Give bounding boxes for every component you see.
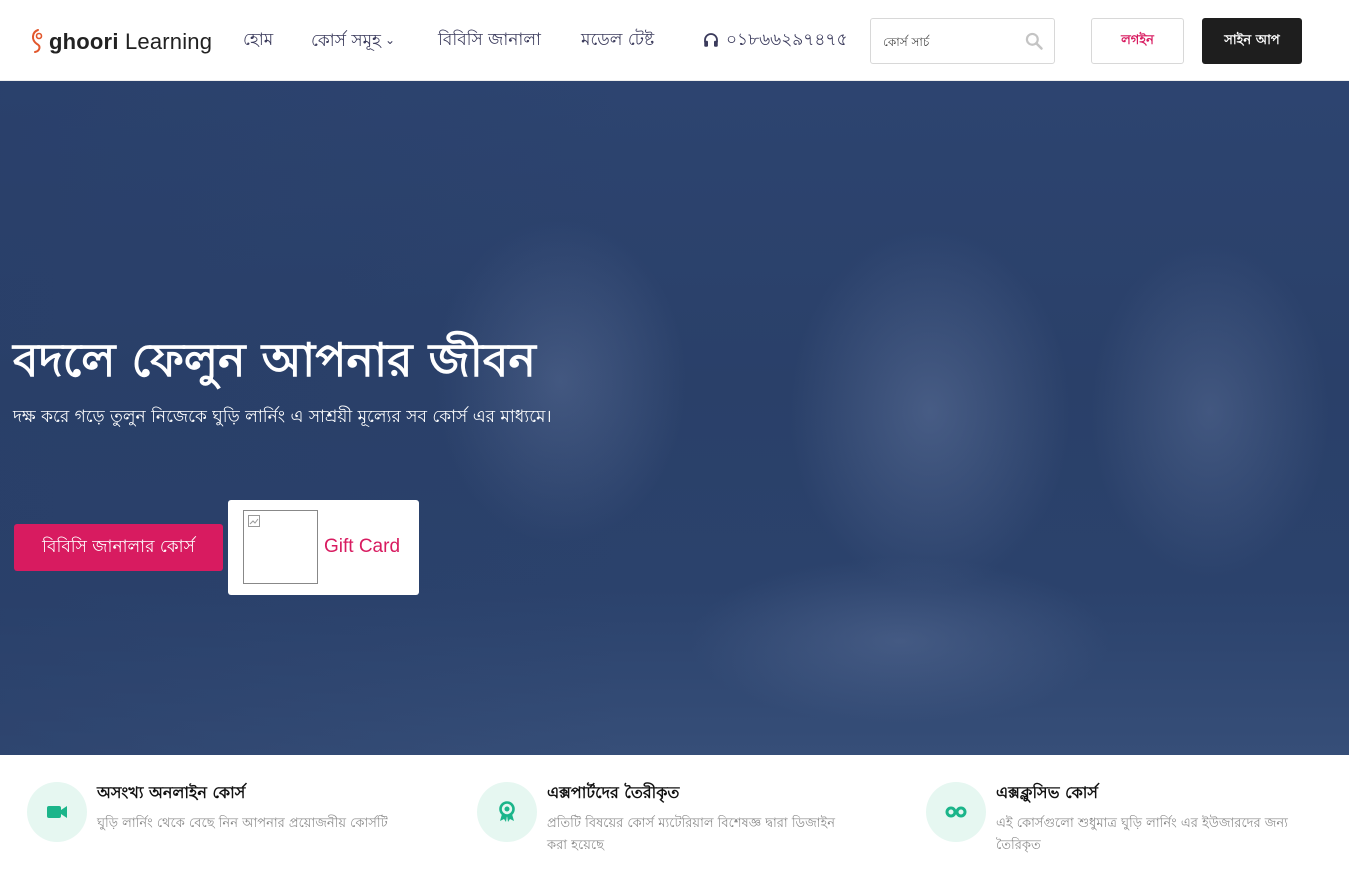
feature-icon-badge xyxy=(27,782,87,842)
phone-number: ০১৮৬৬২৯৭৪৭৫ xyxy=(726,30,848,50)
infinity-icon xyxy=(945,806,967,818)
signup-button[interactable]: সাইন আপ xyxy=(1202,18,1302,64)
phone-contact[interactable]: ০১৮৬৬২৯৭৪৭৫ xyxy=(702,28,847,52)
features-section: অসংখ্য অনলাইন কোর্স ঘুড়ি লার্নিং থেকে ব… xyxy=(0,755,1349,884)
headphones-icon xyxy=(704,33,718,47)
gift-card-image xyxy=(243,510,318,584)
feature-item: এক্সক্লুসিভ কোর্স এই কোর্সগুলো শুধুমাত্র… xyxy=(926,782,1326,872)
broken-image-icon xyxy=(248,515,260,527)
logo[interactable]: ghoori Learning xyxy=(28,24,212,56)
feature-description: এই কোর্সগুলো শুধুমাত্র ঘুড়ি লার্নিং এর … xyxy=(996,816,1288,853)
chevron-down-icon: ⌄ xyxy=(384,33,396,47)
feature-icon-badge xyxy=(926,782,986,842)
feature-description: ঘুড়ি লার্নিং থেকে বেছে নিন আপনার প্রয়ো… xyxy=(97,816,388,831)
feature-icon-badge xyxy=(477,782,537,842)
login-button[interactable]: লগইন xyxy=(1091,18,1184,64)
nav-bbc-janala[interactable]: বিবিসি জানালা xyxy=(438,28,541,52)
nav-home[interactable]: হোম xyxy=(243,28,273,52)
award-icon xyxy=(499,801,515,822)
gift-card-button[interactable]: Gift Card xyxy=(228,500,419,595)
logo-text: ghoori Learning xyxy=(49,29,213,54)
video-camera-icon xyxy=(47,806,67,818)
kite-logo-icon xyxy=(32,29,43,53)
gift-card-label: Gift Card xyxy=(324,536,401,557)
hero-banner: বদলে ফেলুন আপনার জীবন দক্ষ করে গড়ে তুলু… xyxy=(0,81,1349,755)
feature-title: এক্সপার্টদের তৈরীকৃত xyxy=(547,783,680,802)
feature-item: অসংখ্য অনলাইন কোর্স ঘুড়ি লার্নিং থেকে ব… xyxy=(27,782,427,872)
site-header: ghoori Learning হোম কোর্স সমূহ ⌄ বিবিসি জ… xyxy=(0,0,1349,81)
hero-title: বদলে ফেলুন আপনার জীবন xyxy=(13,333,536,387)
feature-item: এক্সপার্টদের তৈরীকৃত প্রতিটি বিষয়ের কোর… xyxy=(477,782,877,872)
nav-model-test[interactable]: মডেল টেষ্ট xyxy=(581,28,654,52)
feature-title: অসংখ্য অনলাইন কোর্স xyxy=(97,783,246,802)
search-icon[interactable] xyxy=(1024,31,1044,51)
hero-subtitle: দক্ষ করে গড়ে তুলুন নিজেকে ঘুড়ি লার্নিং… xyxy=(13,407,552,427)
feature-description: প্রতিটি বিষয়ের কোর্স ম্যটেরিয়াল বিশেষজ… xyxy=(547,816,836,853)
nav-courses[interactable]: কোর্স সমূহ ⌄ xyxy=(311,28,395,53)
feature-title: এক্সক্লুসিভ কোর্স xyxy=(996,783,1098,802)
bbc-janala-course-button[interactable]: বিবিসি জানালার কোর্স xyxy=(14,524,223,571)
search-input[interactable] xyxy=(883,31,1023,53)
search-box xyxy=(870,18,1055,64)
nav-courses-label: কোর্স সমূহ xyxy=(311,31,381,51)
